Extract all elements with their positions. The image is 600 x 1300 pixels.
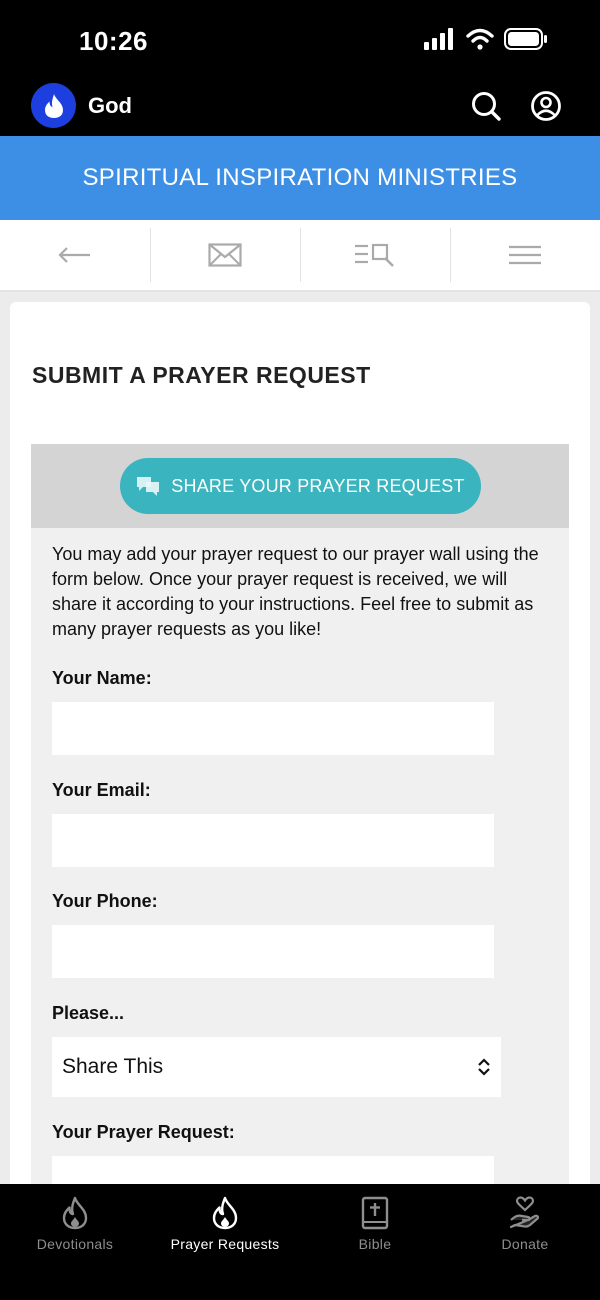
- name-label: Your Name:: [52, 668, 152, 688]
- donate-heart-hand-icon: [509, 1196, 540, 1229]
- flame-icon: [44, 93, 63, 118]
- status-time: 10:26: [79, 26, 148, 56]
- chevron-up-down-icon: [478, 1058, 490, 1076]
- account-icon[interactable]: [530, 90, 562, 122]
- toolbar: [0, 220, 600, 292]
- page-title: SUBMIT A PRAYER REQUEST: [32, 362, 371, 388]
- app-header: God: [0, 78, 600, 136]
- share-option-value: Share This: [62, 1055, 164, 1078]
- share-prayer-request-button[interactable]: SHARE YOUR PRAYER REQUEST: [119, 458, 481, 514]
- flame-outline-icon: [62, 1196, 88, 1230]
- prayer-request-label: Your Prayer Request:: [52, 1122, 235, 1142]
- name-input[interactable]: [52, 702, 494, 755]
- tab-label: Prayer Requests: [170, 1236, 280, 1252]
- banner-text: SPIRITUAL INSPIRATION MINISTRIES: [82, 164, 518, 191]
- email-label: Your Email:: [52, 780, 151, 800]
- phone-input[interactable]: [52, 925, 494, 978]
- prayer-request-textarea[interactable]: [52, 1156, 494, 1184]
- prayer-request-form: SHARE YOUR PRAYER REQUEST You may add yo…: [31, 444, 569, 1184]
- mail-button[interactable]: [150, 220, 300, 290]
- tab-donate[interactable]: Donate: [450, 1184, 600, 1300]
- back-button[interactable]: [0, 220, 150, 290]
- please-label: Please...: [52, 1003, 125, 1023]
- bottom-tab-bar: Devotionals Prayer Requests Bible Donate: [0, 1184, 600, 1300]
- email-input[interactable]: [52, 814, 494, 867]
- arrow-left-icon: [58, 247, 90, 263]
- form-header: SHARE YOUR PRAYER REQUEST: [31, 444, 569, 528]
- status-icons: [424, 28, 548, 50]
- signal-icon: [424, 28, 453, 50]
- chat-bubbles-icon: [137, 477, 160, 496]
- flame-icon: [212, 1196, 238, 1230]
- content-card: SUBMIT A PRAYER REQUEST SHARE YOUR PRAYE…: [10, 302, 590, 1184]
- search-list-button[interactable]: [300, 220, 450, 290]
- app-title: God: [88, 93, 132, 118]
- bible-icon: [361, 1196, 389, 1230]
- share-button-label: SHARE YOUR PRAYER REQUEST: [171, 475, 465, 496]
- search-icon[interactable]: [470, 90, 502, 122]
- battery-icon: [504, 28, 547, 50]
- menu-button[interactable]: [450, 220, 600, 290]
- list-search-icon: [355, 243, 394, 267]
- form-intro: You may add your prayer request to our p…: [52, 544, 539, 639]
- ministry-banner: SPIRITUAL INSPIRATION MINISTRIES: [0, 136, 600, 220]
- content-area: SUBMIT A PRAYER REQUEST SHARE YOUR PRAYE…: [0, 292, 600, 1184]
- hamburger-menu-icon: [509, 245, 541, 265]
- app-logo[interactable]: [31, 83, 76, 128]
- tab-bible[interactable]: Bible: [300, 1184, 450, 1300]
- tab-devotionals[interactable]: Devotionals: [0, 1184, 150, 1300]
- share-option-select[interactable]: Share This: [52, 1037, 501, 1097]
- wifi-icon: [466, 28, 494, 50]
- mail-icon: [208, 243, 242, 267]
- tab-label: Devotionals: [36, 1236, 114, 1252]
- tab-prayer-requests[interactable]: Prayer Requests: [150, 1184, 300, 1300]
- tab-label: Bible: [358, 1236, 392, 1252]
- phone-label: Your Phone:: [52, 891, 158, 911]
- status-bar: 10:26: [0, 0, 600, 78]
- tab-label: Donate: [501, 1236, 549, 1252]
